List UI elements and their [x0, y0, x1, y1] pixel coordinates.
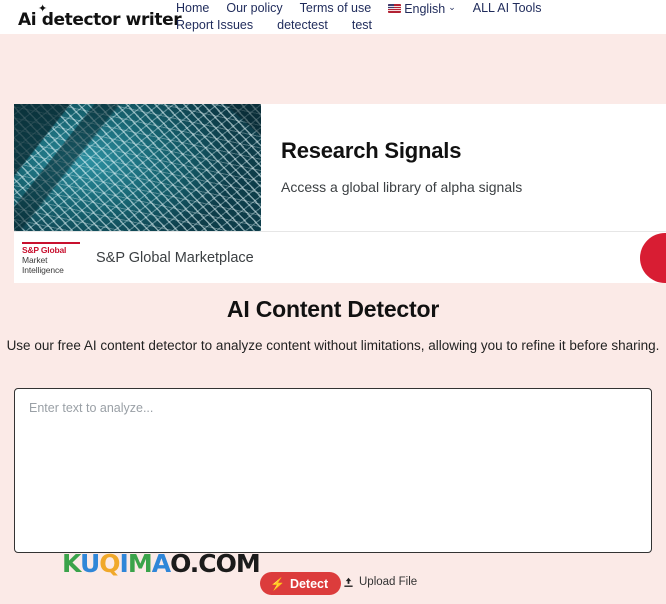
page-title: AI Content Detector: [226, 296, 440, 322]
nav-item-home[interactable]: Home: [176, 0, 209, 17]
page-subtitle: Use our free AI content detector to anal…: [6, 338, 660, 353]
ad-description: Access a global library of alpha signals: [281, 179, 523, 196]
watermark-letter-4: M: [127, 549, 153, 578]
ad-advertiser-name: S&P Global Marketplace: [96, 249, 254, 266]
watermark-letter-10: M: [235, 549, 261, 578]
analyze-text-input[interactable]: [14, 388, 652, 553]
sp-global-logo: S&P Global Market Intelligence: [22, 241, 82, 275]
watermark-letter-0: K: [62, 549, 81, 578]
main-navigation: Home Our policy Terms of use English ⌄ A…: [176, 0, 646, 34]
advertisement-banner[interactable]: Research Signals Access a global library…: [14, 104, 666, 283]
detect-button[interactable]: ⚡ Detect: [260, 572, 342, 595]
ad-image-school-of-fish: [14, 104, 261, 231]
watermark-letter-9: O: [215, 549, 237, 578]
sparkle-icon: ✦: [38, 2, 47, 15]
nav-item-detectest[interactable]: detectest: [277, 17, 328, 34]
us-flag-icon: [388, 4, 402, 13]
nav-item-all-ai-tools[interactable]: ALL AI Tools: [473, 0, 542, 17]
upload-icon: [343, 577, 354, 588]
nav-item-terms-of-use[interactable]: Terms of use: [300, 0, 372, 17]
watermark-letter-5: A: [151, 549, 171, 578]
ad-content: Research Signals Access a global library…: [14, 104, 666, 231]
watermark-letter-2: Q: [99, 549, 120, 578]
nav-item-test[interactable]: test: [352, 17, 372, 34]
sp-logo-rule: [22, 241, 80, 244]
language-label: English: [404, 1, 446, 16]
lightning-bolt-icon: ⚡: [270, 576, 285, 591]
nav-item-our-policy[interactable]: Our policy: [226, 0, 282, 17]
chevron-down-icon: ⌄: [448, 2, 456, 12]
site-header: ✦ Ai detector writer Home Our policy Ter…: [0, 0, 666, 34]
nav-item-report-issues[interactable]: Report Issues: [176, 17, 253, 34]
ad-text-block: Research Signals Access a global library…: [261, 104, 666, 231]
upload-file-button[interactable]: Upload File: [343, 576, 417, 588]
sp-logo-line2: Market: [22, 254, 48, 265]
upload-file-label: Upload File: [359, 576, 418, 588]
watermark-letter-1: U: [79, 549, 100, 578]
watermark-letter-6: O: [170, 549, 191, 578]
ad-advertiser-bar: S&P Global Market Intelligence S&P Globa…: [14, 231, 666, 283]
language-selector[interactable]: English ⌄: [388, 2, 456, 16]
watermark-letter-8: C: [198, 549, 216, 578]
sp-logo-line3: Intelligence: [22, 264, 64, 275]
site-logo[interactable]: ✦ Ai detector writer: [18, 3, 182, 30]
sp-logo-line1: S&P Global: [22, 244, 67, 255]
kuqimao-watermark: KUQIMAO.COM: [62, 549, 261, 578]
nav-row-primary: Home Our policy Terms of use English ⌄ A…: [176, 0, 646, 17]
ad-decorative-circle: [640, 232, 666, 283]
nav-row-secondary: Report Issues detectest test: [176, 17, 646, 34]
watermark-letter-3: I: [119, 549, 129, 578]
watermark-letter-7: .: [189, 549, 199, 578]
ad-headline: Research Signals: [281, 138, 462, 163]
detect-button-label: Detect: [289, 576, 329, 591]
